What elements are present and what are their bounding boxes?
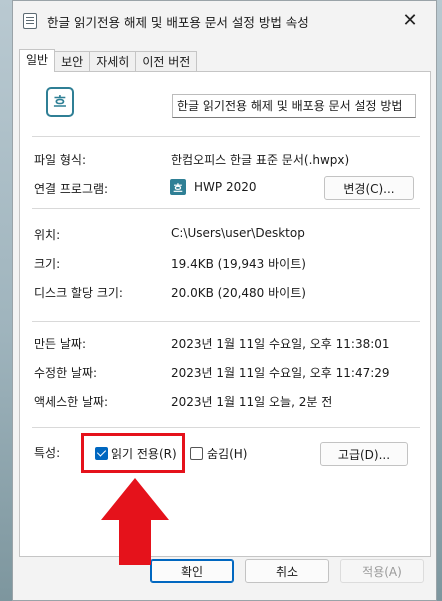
attributes-label: 특성: [34,446,61,460]
accessed-value: 2023년 1월 11일 오늘, 2분 전 [171,395,333,409]
window-title: 한글 읽기전용 해제 및 배포용 문서 설정 방법 속성 [47,15,309,30]
hidden-checkbox[interactable] [190,447,203,460]
accessed-label: 액세스한 날짜: [34,395,109,409]
general-panel: 흐 한글 읽기전용 해제 및 배포용 문서 설정 방법 파일 형식: 한컴오피스… [19,71,431,557]
title-bar: 한글 읽기전용 해제 및 배포용 문서 설정 방법 속성 ✕ [13,1,436,41]
size-on-disk-label: 디스크 할당 크기: [34,286,123,300]
tab-general[interactable]: 일반 [19,49,56,72]
created-label: 만든 날짜: [34,337,87,351]
divider [32,321,420,322]
location-value: C:\Users\user\Desktop [171,226,305,240]
file-name-input[interactable]: 한글 읽기전용 해제 및 배포용 문서 설정 방법 [172,94,416,118]
divider [32,208,420,209]
tab-details[interactable]: 자세히 [89,51,137,72]
advanced-button[interactable]: 고급(D)... [320,442,408,466]
readonly-highlight-box [81,433,185,473]
change-button[interactable]: 변경(C)... [324,176,414,200]
properties-dialog: 한글 읽기전용 해제 및 배포용 문서 설정 방법 속성 ✕ 일반 보안 자세히… [12,0,437,601]
opens-with-value: HWP 2020 [194,180,257,194]
file-type-label: 파일 형식: [34,153,87,167]
size-label: 크기: [34,257,61,271]
tab-bar: 일반 보안 자세히 이전 버전 [19,49,198,72]
divider [32,136,420,137]
hwp-app-icon: 흐 [170,179,186,195]
size-value: 19.4KB (19,943 바이트) [171,257,306,271]
cancel-button[interactable]: 취소 [245,559,329,583]
apply-button[interactable]: 적용(A) [340,559,424,583]
size-on-disk-value: 20.0KB (20,480 바이트) [171,286,306,300]
document-icon [23,13,37,29]
modified-label: 수정한 날짜: [34,366,98,380]
divider [32,427,420,428]
hidden-label[interactable]: 숨김(H) [207,445,247,462]
opens-with-label: 연결 프로그램: [34,182,109,196]
created-value: 2023년 1월 11일 수요일, 오후 11:38:01 [171,337,390,351]
modified-value: 2023년 1월 11일 수요일, 오후 11:47:29 [171,366,390,380]
file-type-value: 한컴오피스 한글 표준 문서(.hwpx) [171,153,350,167]
tab-security[interactable]: 보안 [54,51,91,72]
location-label: 위치: [34,228,61,242]
up-arrow-annotation [101,478,169,565]
file-name-text: 한글 읽기전용 해제 및 배포용 문서 설정 방법 [177,99,403,113]
tab-previous-versions[interactable]: 이전 버전 [135,51,198,72]
hwp-file-icon: 흐 [46,87,74,117]
close-button[interactable]: ✕ [392,5,428,35]
